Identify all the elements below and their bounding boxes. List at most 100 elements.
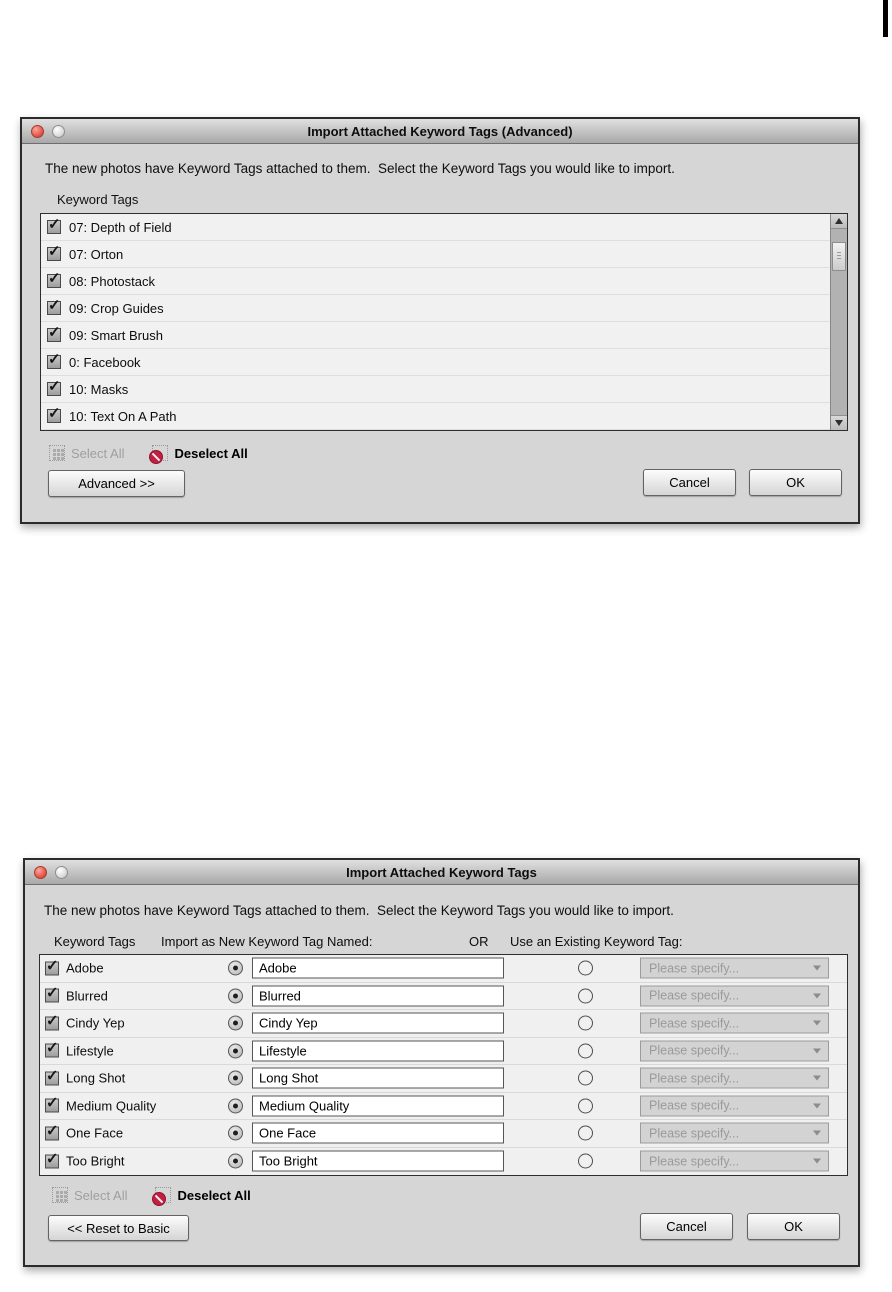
checkbox-checked-icon[interactable]: [45, 1011, 59, 1031]
dropdown-placeholder: Please specify...: [649, 1016, 740, 1031]
keyword-tag-row[interactable]: 09: Smart Brush: [41, 322, 847, 349]
checkbox-checked-icon[interactable]: [45, 984, 59, 1003]
checkbox-checked-icon[interactable]: [47, 404, 61, 423]
titlebar[interactable]: Import Attached Keyword Tags: [25, 860, 858, 885]
import-as-new-radio[interactable]: [228, 1070, 243, 1086]
dropdown-placeholder: Please specify...: [649, 1043, 740, 1058]
scrollbar[interactable]: [830, 214, 847, 430]
checkbox-checked-icon[interactable]: [45, 1149, 59, 1169]
scroll-up-button[interactable]: [831, 214, 847, 229]
dialog-title: Import Attached Keyword Tags (Advanced): [307, 123, 573, 139]
keyword-tag-label: 09: Smart Brush: [69, 327, 163, 343]
import-as-new-radio[interactable]: [228, 1125, 243, 1141]
existing-tag-dropdown[interactable]: Please specify...: [640, 1150, 829, 1172]
checkbox-checked-icon[interactable]: [45, 1094, 59, 1113]
use-existing-radio[interactable]: [578, 960, 593, 976]
existing-tag-dropdown[interactable]: Please specify...: [640, 1095, 829, 1117]
checkbox-checked-icon[interactable]: [47, 242, 61, 261]
import-tag-row: One Face Please specify...: [40, 1120, 847, 1148]
use-existing-radio[interactable]: [578, 1015, 593, 1031]
instruction-text: The new photos have Keyword Tags attache…: [45, 161, 675, 176]
import-tag-row: Long Shot Please specify...: [40, 1065, 847, 1093]
import-tag-row: Medium Quality Please specify...: [40, 1092, 847, 1120]
keyword-tag-row[interactable]: 08: Photostack: [41, 268, 847, 295]
keyword-tag-list: 07: Depth of Field 07: Orton 08: Photost…: [40, 213, 848, 431]
deselect-all-button[interactable]: Deselect All: [149, 445, 248, 464]
existing-tag-dropdown[interactable]: Please specify...: [640, 957, 829, 979]
checkbox-checked-icon[interactable]: [45, 1039, 59, 1058]
import-as-new-radio[interactable]: [228, 1015, 243, 1031]
keyword-tag-row[interactable]: 07: Orton: [41, 241, 847, 268]
existing-tag-dropdown[interactable]: Please specify...: [640, 985, 829, 1007]
use-existing-radio[interactable]: [578, 988, 593, 1004]
dropdown-placeholder: Please specify...: [649, 1098, 740, 1113]
keyword-tag-row[interactable]: 0: Facebook: [41, 349, 847, 376]
checkbox-checked-icon[interactable]: [47, 296, 61, 315]
new-tag-name-input[interactable]: [252, 1095, 504, 1117]
keyword-tag-label: 09: Crop Guides: [69, 300, 164, 316]
import-as-new-radio[interactable]: [228, 1043, 243, 1059]
keyword-tag-label: One Face: [66, 1125, 124, 1141]
new-tag-name-input[interactable]: [252, 957, 504, 979]
new-tag-name-input[interactable]: [252, 1040, 504, 1062]
new-tag-name-input[interactable]: [252, 985, 504, 1007]
select-all-button[interactable]: Select All: [52, 1187, 127, 1203]
select-all-label: Select All: [74, 1187, 128, 1203]
checkbox-checked-icon[interactable]: [45, 1121, 59, 1141]
chevron-down-icon: [813, 1020, 821, 1026]
use-existing-radio[interactable]: [578, 1125, 593, 1141]
no-entry-icon: [149, 450, 164, 464]
existing-tag-dropdown[interactable]: Please specify...: [640, 1040, 829, 1062]
new-tag-name-input[interactable]: [252, 1012, 504, 1034]
import-tag-row: Lifestyle Please specify...: [40, 1037, 847, 1065]
select-all-button[interactable]: Select All: [49, 445, 124, 461]
new-tag-name-input[interactable]: [252, 1067, 504, 1089]
column-header-keyword-tags: Keyword Tags: [54, 934, 136, 949]
reset-to-basic-button[interactable]: << Reset to Basic: [48, 1215, 189, 1241]
ok-button[interactable]: OK: [747, 1213, 840, 1240]
use-existing-radio[interactable]: [578, 1043, 593, 1059]
keyword-tag-row[interactable]: 09: Crop Guides: [41, 295, 847, 322]
checkbox-checked-icon[interactable]: [47, 377, 61, 396]
titlebar[interactable]: Import Attached Keyword Tags (Advanced): [22, 119, 858, 144]
chevron-down-icon: [813, 993, 821, 999]
checkbox-checked-icon[interactable]: [45, 956, 59, 976]
keyword-tag-row[interactable]: 10: Text On A Path: [41, 403, 847, 430]
existing-tag-dropdown[interactable]: Please specify...: [640, 1012, 829, 1034]
import-tag-row: Adobe Please specify...: [40, 955, 847, 983]
arrow-down-icon: [835, 420, 843, 426]
checkbox-checked-icon[interactable]: [45, 1066, 59, 1086]
existing-tag-dropdown[interactable]: Please specify...: [640, 1122, 829, 1144]
import-as-new-radio[interactable]: [228, 960, 243, 976]
cancel-button[interactable]: Cancel: [643, 469, 736, 496]
use-existing-radio[interactable]: [578, 1070, 593, 1086]
checkbox-checked-icon[interactable]: [47, 215, 61, 234]
scrollbar-thumb[interactable]: [832, 242, 846, 271]
chevron-down-icon: [813, 1130, 821, 1136]
import-as-new-radio[interactable]: [228, 988, 243, 1004]
arrow-up-icon: [835, 218, 843, 224]
deselect-all-button[interactable]: Deselect All: [152, 1187, 251, 1206]
import-as-new-radio[interactable]: [228, 1098, 243, 1114]
checkbox-checked-icon[interactable]: [47, 323, 61, 342]
chevron-down-icon: [813, 965, 821, 971]
advanced-mode-button[interactable]: Advanced >>: [48, 470, 185, 497]
use-existing-radio[interactable]: [578, 1153, 593, 1169]
column-header-import-as-new: Import as New Keyword Tag Named:: [161, 934, 373, 949]
cancel-button[interactable]: Cancel: [640, 1213, 733, 1240]
scroll-down-button[interactable]: [831, 415, 847, 430]
keyword-tag-label: Too Bright: [66, 1153, 125, 1169]
use-existing-radio[interactable]: [578, 1098, 593, 1114]
keyword-tag-row[interactable]: 07: Depth of Field: [41, 214, 847, 241]
ok-button[interactable]: OK: [749, 469, 842, 496]
checkbox-checked-icon[interactable]: [47, 350, 61, 369]
existing-tag-dropdown[interactable]: Please specify...: [640, 1067, 829, 1089]
new-tag-name-input[interactable]: [252, 1150, 504, 1172]
keyword-tag-row[interactable]: 10: Masks: [41, 376, 847, 403]
deselect-all-label: Deselect All: [177, 1187, 251, 1203]
import-tag-row: Blurred Please specify...: [40, 982, 847, 1010]
checkbox-checked-icon[interactable]: [47, 269, 61, 288]
import-as-new-radio[interactable]: [228, 1153, 243, 1169]
import-tag-table: Adobe Please specify... Blurred: [39, 954, 848, 1176]
new-tag-name-input[interactable]: [252, 1122, 504, 1144]
